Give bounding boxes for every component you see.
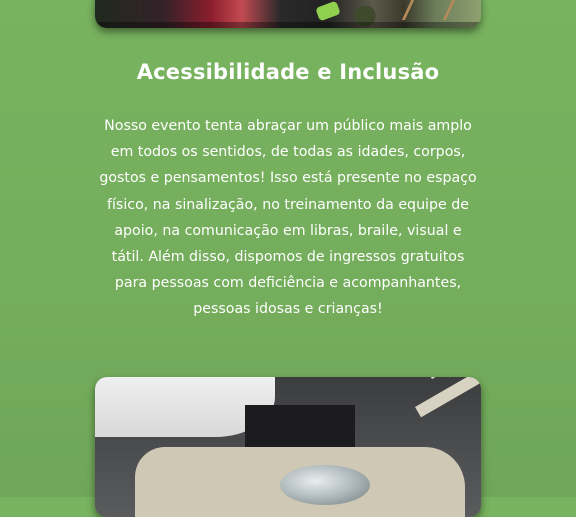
table-detail xyxy=(401,0,457,20)
photo-shadow-band xyxy=(95,22,481,28)
event-photo-top xyxy=(95,0,481,28)
glass-jar xyxy=(280,465,370,505)
event-photo-bottom xyxy=(95,377,481,517)
bag-strap xyxy=(415,377,481,418)
section-title: Acessibilidade e Inclusão xyxy=(136,60,440,84)
glove-detail xyxy=(315,0,341,22)
section-paragraph: Nosso evento tenta abraçar um público ma… xyxy=(99,118,477,318)
